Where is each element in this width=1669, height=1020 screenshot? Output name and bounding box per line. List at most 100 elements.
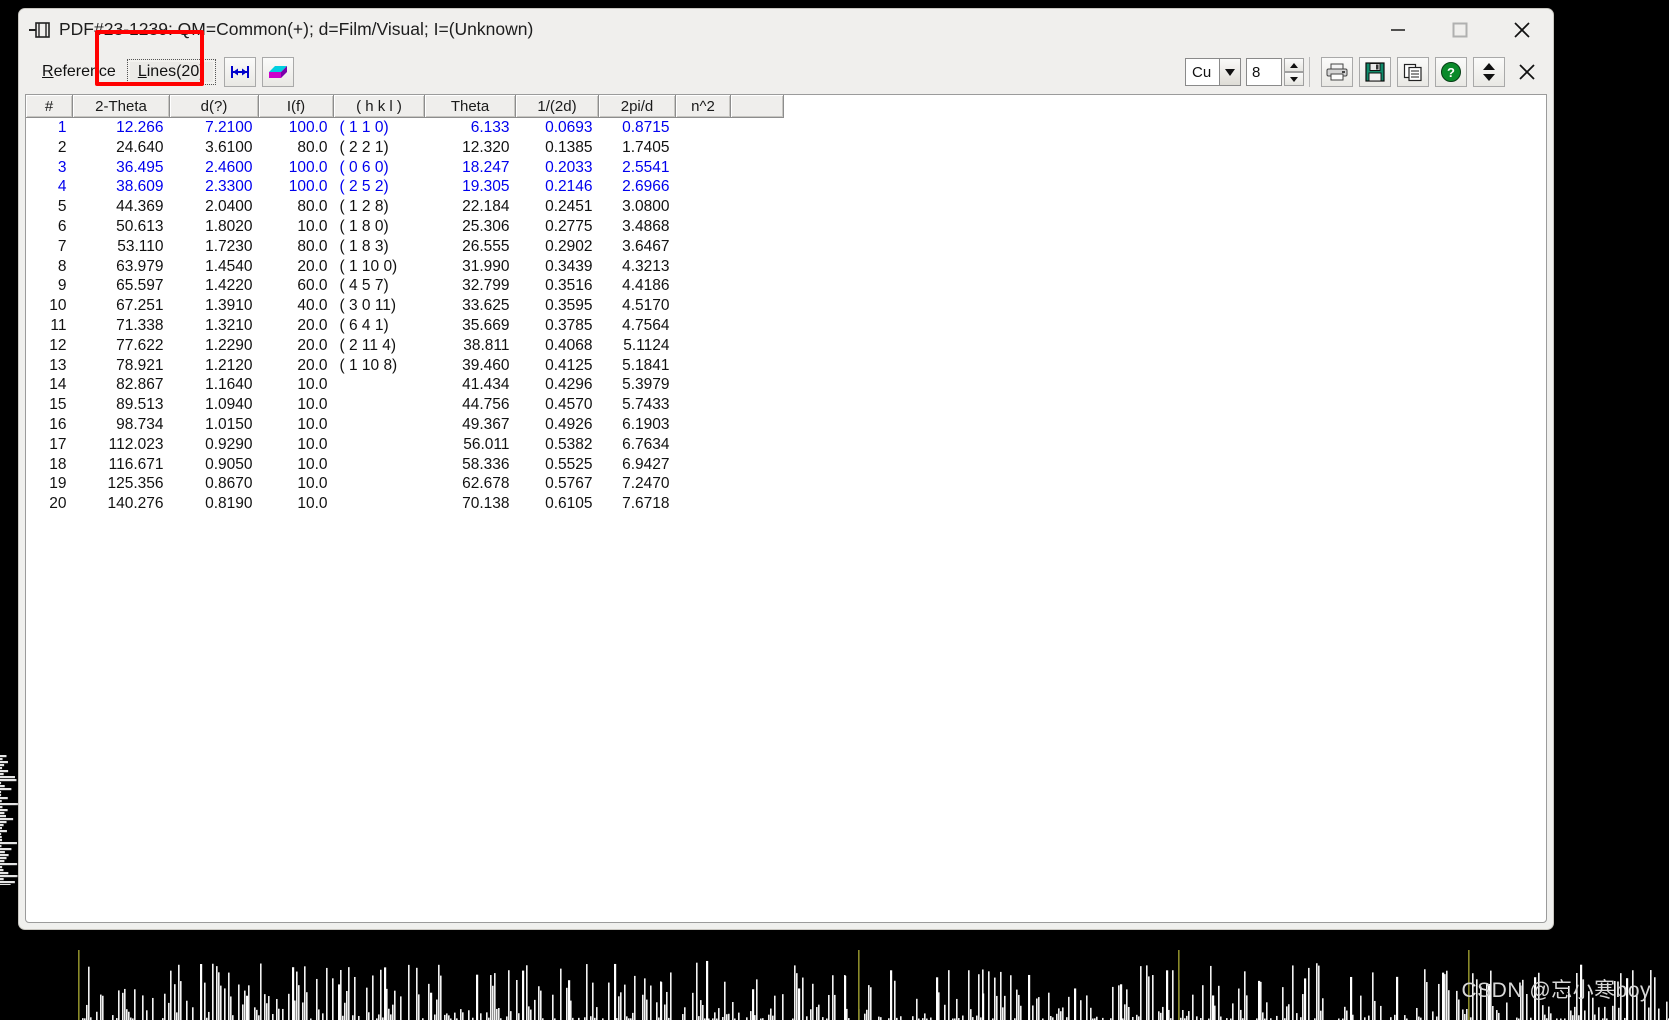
col-header-hkl[interactable]: ( h k l ): [333, 95, 425, 118]
tab-reference[interactable]: Reference: [33, 60, 125, 84]
col-header-intensity[interactable]: I(f): [258, 95, 334, 118]
cell-hkl: ( 1 1 0): [339, 119, 389, 136]
save-icon[interactable]: [1359, 57, 1391, 87]
table-row[interactable]: 1 12.266 7.2100 100.0 ( 1 1 0) 6.133 0.0693 0.8…: [26, 118, 784, 138]
cell-inv2d: 0.4570: [545, 396, 593, 414]
cell-index: 5: [57, 198, 67, 216]
table-row[interactable]: 12 77.622 1.2290 20.0 ( 2 11 4) 38.811 0.4068 5…: [26, 336, 784, 356]
cell-index: 2: [57, 138, 67, 156]
cell-intensity: 40.0: [297, 297, 328, 315]
cell-inv2d: 0.2146: [545, 178, 593, 196]
minimize-button[interactable]: [1367, 9, 1429, 50]
cell-d: 1.3910: [205, 297, 253, 315]
fit-width-icon[interactable]: [223, 57, 256, 87]
table-row[interactable]: 9 65.597 1.4220 60.0 ( 4 5 7) 32.799 0.3516 4.4…: [26, 276, 784, 296]
cell-theta: 18.247: [462, 158, 510, 176]
col-header-theta[interactable]: Theta: [424, 95, 516, 118]
table-row[interactable]: 6 50.613 1.8020 10.0 ( 1 8 0) 25.306 0.2775 3.4…: [26, 217, 784, 237]
table-row[interactable]: 18 116.671 0.9050 10.0 58.336 0.5525 6.9427: [26, 455, 784, 475]
cell-index: 13: [49, 356, 67, 374]
cell-n2: [676, 197, 731, 217]
cell-spacer: [731, 237, 784, 257]
digits-stepper[interactable]: [1284, 58, 1304, 86]
cell-index: 7: [57, 237, 67, 255]
digits-input[interactable]: 8: [1246, 58, 1282, 86]
cell-intensity: 100.0: [288, 158, 328, 176]
col-header-d[interactable]: d(?): [169, 95, 259, 118]
col-header-spacer: [730, 95, 784, 118]
table-row[interactable]: 15 89.513 1.0940 10.0 44.756 0.4570 5.7433: [26, 395, 784, 415]
svg-text:?: ?: [1447, 65, 1455, 80]
cell-d: 1.4220: [205, 277, 253, 295]
print-icon[interactable]: [1321, 57, 1353, 87]
copy-icon[interactable]: [1397, 57, 1429, 87]
col-header-inv2d[interactable]: 1/(2d): [515, 95, 599, 118]
cell-spacer: [731, 474, 784, 494]
stepper-up-icon[interactable]: [1284, 58, 1304, 72]
cell-spacer: [731, 257, 784, 277]
cell-2theta: 63.979: [116, 257, 164, 275]
cell-hkl: [334, 474, 425, 494]
cell-intensity: 10.0: [297, 415, 328, 433]
cell-hkl: [334, 395, 425, 415]
cell-2theta: 98.734: [116, 415, 164, 433]
table-row[interactable]: 3 36.495 2.4600 100.0 ( 0 6 0) 18.247 0.2033 2.…: [26, 158, 784, 178]
cell-2pid: 3.4868: [622, 217, 670, 235]
cell-intensity: 10.0: [297, 376, 328, 394]
cell-n2: [676, 158, 731, 178]
col-header-2theta[interactable]: 2-Theta: [72, 95, 170, 118]
col-header-n2[interactable]: n^2: [675, 95, 731, 118]
table-row[interactable]: 2 24.640 3.6100 80.0 ( 2 2 1) 12.320 0.1385 1.7…: [26, 138, 784, 158]
table-row[interactable]: 19 125.356 0.8670 10.0 62.678 0.5767 7.2470: [26, 474, 784, 494]
table-row[interactable]: 13 78.921 1.2120 20.0 ( 1 10 8) 39.460 0.4125 5…: [26, 356, 784, 376]
updown-icon[interactable]: [1473, 57, 1505, 87]
table-row[interactable]: 16 98.734 1.0150 10.0 49.367 0.4926 6.1903: [26, 415, 784, 435]
anode-select-value: Cu: [1192, 63, 1212, 81]
cell-index: 18: [49, 455, 67, 473]
col-header-index[interactable]: #: [26, 95, 73, 118]
cell-theta: 6.133: [470, 119, 510, 136]
cell-inv2d: 0.5767: [545, 475, 593, 493]
crystal-icon[interactable]: [261, 57, 294, 87]
stepper-down-icon[interactable]: [1284, 72, 1304, 86]
cell-theta: 26.555: [462, 237, 510, 255]
cell-2theta: 38.609: [116, 178, 164, 196]
cell-inv2d: 0.1385: [545, 138, 593, 156]
maximize-button[interactable]: [1429, 9, 1491, 50]
table-row[interactable]: 10 67.251 1.3910 40.0 ( 3 0 11) 33.625 0.3595 4…: [26, 296, 784, 316]
cell-spacer: [731, 177, 784, 197]
cell-n2: [676, 415, 731, 435]
cell-spacer: [731, 158, 784, 178]
cell-inv2d: 0.2451: [545, 198, 593, 216]
cell-index: 17: [49, 435, 67, 453]
close-icon[interactable]: [1511, 57, 1543, 87]
chevron-down-icon[interactable]: [1219, 59, 1240, 85]
table-row[interactable]: 17 112.023 0.9290 10.0 56.011 0.5382 6.7634: [26, 435, 784, 455]
cell-d: 2.3300: [205, 178, 253, 196]
anode-select[interactable]: Cu: [1185, 58, 1241, 86]
help-icon[interactable]: ?: [1435, 57, 1467, 87]
table-row[interactable]: 14 82.867 1.1640 10.0 41.434 0.4296 5.3979: [26, 375, 784, 395]
cell-theta: 31.990: [462, 257, 510, 275]
cell-n2: [676, 316, 731, 336]
cell-d: 1.7230: [205, 237, 253, 255]
table-row[interactable]: 8 63.979 1.4540 20.0 ( 1 10 0) 31.990 0.3439 4.…: [26, 257, 784, 277]
table-row[interactable]: 11 71.338 1.3210 20.0 ( 6 4 1) 35.669 0.3785 4.…: [26, 316, 784, 336]
cell-n2: [676, 257, 731, 277]
close-window-button[interactable]: [1491, 9, 1553, 50]
cell-hkl: ( 2 5 2): [339, 178, 389, 196]
table-row[interactable]: 4 38.609 2.3300 100.0 ( 2 5 2) 19.305 0.2146 2.…: [26, 177, 784, 197]
cell-theta: 22.184: [462, 198, 510, 216]
cell-2pid: 6.1903: [622, 415, 670, 433]
table-row[interactable]: 7 53.110 1.7230 80.0 ( 1 8 3) 26.555 0.2902 3.6…: [26, 237, 784, 257]
cell-intensity: 80.0: [297, 138, 328, 156]
cell-intensity: 10.0: [297, 396, 328, 414]
cell-2theta: 89.513: [116, 396, 164, 414]
table-row[interactable]: 5 44.369 2.0400 80.0 ( 1 2 8) 22.184 0.2451 3.0…: [26, 197, 784, 217]
col-header-2pid[interactable]: 2pi/d: [598, 95, 676, 118]
lines-table-area[interactable]: # 2-Theta d(?) I(f) ( h k l ) Theta 1/(2…: [25, 94, 1547, 923]
cell-intensity: 10.0: [297, 475, 328, 493]
tab-lines[interactable]: Lines(20): [126, 59, 216, 85]
table-row[interactable]: 20 140.276 0.8190 10.0 70.138 0.6105 7.6718: [26, 494, 784, 514]
cell-inv2d: 0.3595: [545, 297, 593, 315]
